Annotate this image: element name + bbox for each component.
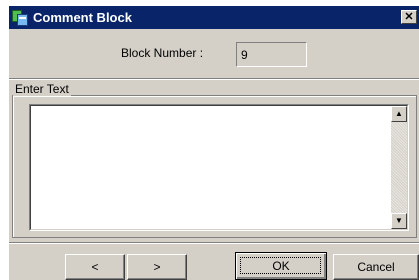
next-button[interactable]: > — [127, 254, 187, 280]
focus-rect — [240, 257, 321, 274]
cancel-button[interactable]: Cancel — [333, 254, 419, 280]
scroll-up-arrow-icon: ▲ — [395, 109, 403, 118]
scroll-down-arrow-icon: ▼ — [395, 216, 403, 225]
window-title: Comment Block — [33, 10, 132, 25]
title-bar[interactable]: Comment Block ✕ — [9, 6, 419, 29]
ok-button[interactable]: OK — [235, 252, 327, 280]
close-button[interactable]: ✕ — [401, 10, 417, 24]
comment-block-dialog: Comment Block ✕ Block Number : 9 Enter T… — [9, 6, 419, 280]
block-number-field: 9 — [236, 42, 307, 67]
enter-text-label: Enter Text — [13, 82, 71, 96]
scroll-down-button[interactable]: ▼ — [391, 213, 407, 229]
block-number-label: Block Number : — [121, 46, 204, 60]
scroll-up-button[interactable]: ▲ — [391, 106, 407, 122]
comment-text-area[interactable]: ▲ ▼ — [29, 104, 409, 231]
previous-button[interactable]: < — [65, 254, 125, 280]
app-icon — [11, 9, 29, 27]
close-icon: ✕ — [404, 11, 414, 23]
vertical-scrollbar[interactable]: ▲ ▼ — [391, 106, 407, 229]
divider-bottom — [9, 242, 419, 244]
block-number-value: 9 — [241, 48, 248, 62]
divider-top — [9, 78, 419, 80]
